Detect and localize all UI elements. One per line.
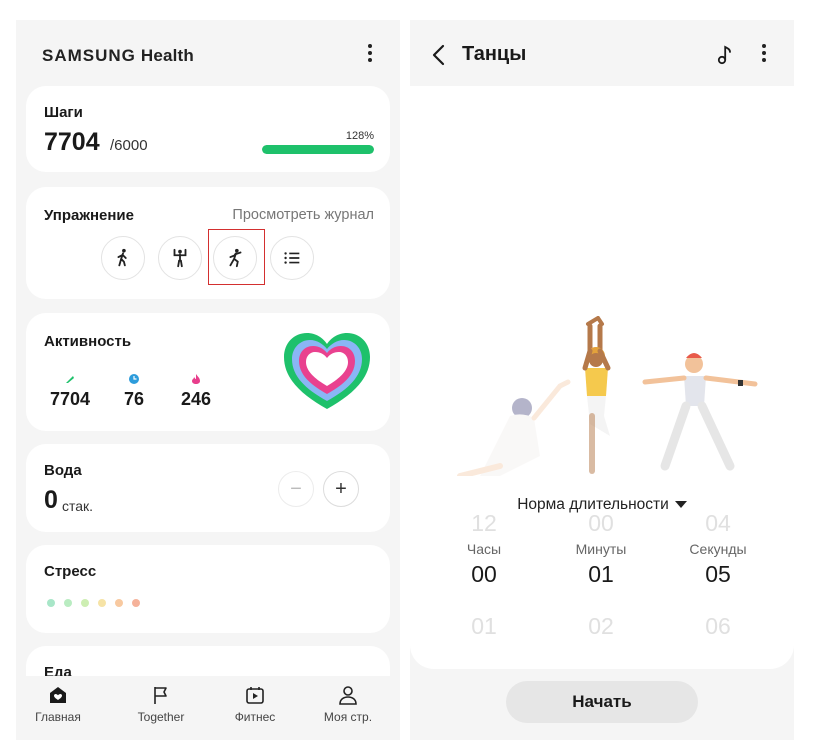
bottom-navigation: Главная Together Фитнес Моя стр. bbox=[16, 676, 400, 740]
minutes-label: Минуты bbox=[575, 541, 627, 557]
activity-steps-value: 7704 bbox=[49, 389, 91, 409]
activity-steps-stat: 7704 bbox=[48, 373, 92, 410]
activity-card[interactable]: Активность 7704 76 246 bbox=[26, 313, 390, 431]
steps-goal: /6000 bbox=[110, 137, 148, 154]
flame-icon bbox=[192, 374, 200, 384]
stress-dot bbox=[98, 599, 106, 607]
seconds-label: Секунды bbox=[689, 541, 747, 557]
back-arrow-icon[interactable] bbox=[430, 42, 448, 68]
minutes-next-value[interactable]: 02 bbox=[551, 613, 651, 640]
nav-together[interactable]: Together bbox=[116, 684, 206, 724]
walking-exercise-button[interactable] bbox=[101, 236, 145, 280]
nav-home-label: Главная bbox=[35, 710, 81, 724]
hours-prev-value[interactable]: 12 bbox=[434, 510, 534, 537]
minutes-prev-value[interactable]: 00 bbox=[551, 510, 651, 537]
steps-percent: 128% bbox=[345, 130, 374, 142]
seconds-next-value[interactable]: 06 bbox=[668, 613, 768, 640]
exercise-card: Упражнение Просмотреть журнал bbox=[26, 187, 390, 299]
music-note-icon[interactable] bbox=[716, 44, 734, 66]
caret-down-icon bbox=[674, 501, 687, 509]
nav-fitness[interactable]: Фитнес bbox=[210, 684, 300, 724]
minutes-selected-value[interactable]: 01 bbox=[551, 561, 651, 588]
dancers-illustration bbox=[457, 316, 758, 476]
hours-label: Часы bbox=[466, 541, 502, 557]
home-icon bbox=[50, 687, 66, 703]
stress-dot bbox=[47, 599, 55, 607]
activity-calories-value: 246 bbox=[180, 389, 212, 409]
stress-dots bbox=[47, 599, 140, 607]
stress-dot bbox=[81, 599, 89, 607]
activity-calories-stat: 246 bbox=[176, 373, 216, 410]
selection-highlight bbox=[208, 229, 265, 285]
steps-title: Шаги bbox=[44, 104, 83, 121]
activity-heart-icon bbox=[284, 333, 370, 409]
water-card[interactable]: Вода 0 стак. − + bbox=[26, 444, 390, 532]
steps-icon bbox=[66, 376, 74, 383]
steps-progress-fill bbox=[262, 145, 374, 154]
nav-my-page-label: Моя стр. bbox=[323, 710, 373, 724]
walking-icon bbox=[117, 248, 127, 267]
samsung-health-home-screen: SAMSUNG Health Шаги 7704 /6000 128% Упра… bbox=[16, 20, 400, 740]
seconds-selected-value[interactable]: 05 bbox=[668, 561, 768, 588]
exercise-list-button[interactable] bbox=[270, 236, 314, 280]
activity-time-stat: 76 bbox=[119, 373, 149, 410]
clock-icon bbox=[129, 374, 139, 384]
seconds-prev-value[interactable]: 04 bbox=[668, 510, 768, 537]
stress-title: Стресс bbox=[44, 563, 97, 580]
brand-samsung: SAMSUNG bbox=[42, 46, 136, 65]
steps-progress-bar bbox=[262, 145, 374, 154]
fitness-video-icon bbox=[246, 687, 264, 704]
strength-exercise-button[interactable] bbox=[158, 236, 202, 280]
nav-fitness-label: Фитнес bbox=[234, 710, 276, 724]
exercise-title: Упражнение bbox=[44, 207, 134, 224]
steps-card[interactable]: Шаги 7704 /6000 128% bbox=[26, 86, 390, 172]
page-title: Танцы bbox=[462, 43, 527, 65]
stress-dot bbox=[132, 599, 140, 607]
dance-workout-screen: Танцы Норма длительности Часы Минуты Сек… bbox=[410, 20, 794, 740]
more-options-icon[interactable] bbox=[756, 44, 772, 68]
view-log-link[interactable]: Просмотреть журнал bbox=[232, 207, 374, 223]
list-icon bbox=[284, 252, 300, 264]
water-title: Вода bbox=[44, 462, 82, 479]
more-options-icon[interactable] bbox=[362, 44, 378, 68]
start-button[interactable]: Начать bbox=[506, 681, 698, 723]
water-decrease-button[interactable]: − bbox=[278, 471, 314, 507]
water-unit: стак. bbox=[62, 498, 94, 514]
hours-selected-value[interactable]: 00 bbox=[434, 561, 534, 588]
water-value: 0 bbox=[44, 486, 58, 514]
brand-health: Health bbox=[140, 46, 194, 65]
app-brand: SAMSUNG Health bbox=[42, 46, 194, 66]
stress-card[interactable]: Стресс bbox=[26, 545, 390, 633]
strength-icon bbox=[173, 248, 187, 268]
stress-dot bbox=[64, 599, 72, 607]
nav-my-page[interactable]: Моя стр. bbox=[303, 684, 393, 724]
activity-title: Активность bbox=[44, 333, 132, 350]
nav-together-label: Together bbox=[137, 710, 185, 724]
water-increase-button[interactable]: + bbox=[323, 471, 359, 507]
nav-home[interactable]: Главная bbox=[16, 684, 103, 724]
hours-next-value[interactable]: 01 bbox=[434, 613, 534, 640]
steps-value: 7704 bbox=[44, 128, 100, 156]
flag-icon bbox=[154, 687, 167, 704]
profile-icon bbox=[339, 686, 357, 705]
stress-dot bbox=[115, 599, 123, 607]
activity-time-value: 76 bbox=[123, 389, 145, 409]
